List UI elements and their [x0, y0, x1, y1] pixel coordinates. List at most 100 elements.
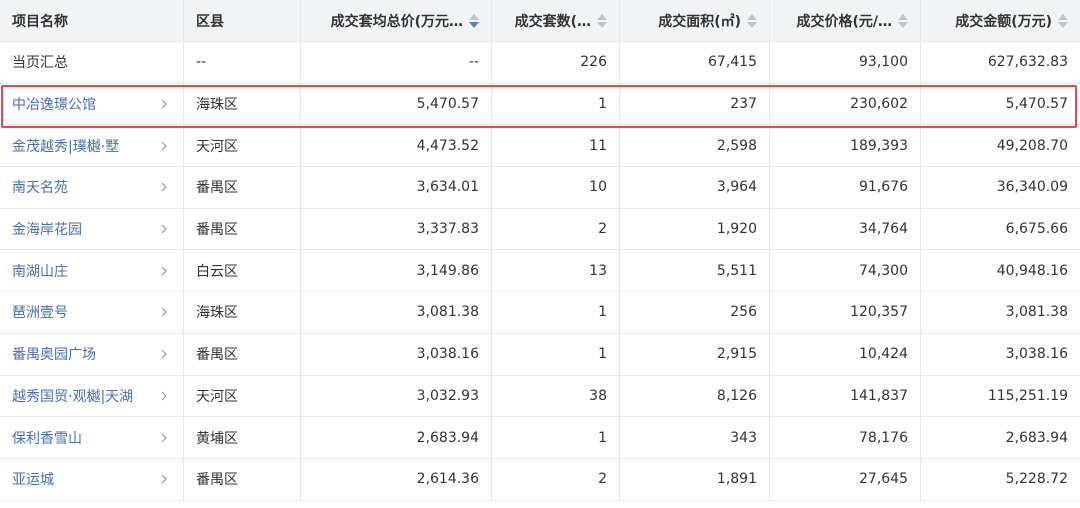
- summary-name: 当页汇总: [0, 42, 184, 83]
- units-cell: 13: [492, 250, 620, 292]
- area-cell: 5,511: [620, 250, 770, 292]
- district-cell: 番禺区: [184, 167, 301, 208]
- district-cell: 天河区: [184, 125, 301, 167]
- project-link[interactable]: 中冶逸璟公馆: [12, 94, 96, 114]
- project-link[interactable]: 亚运城: [12, 469, 54, 489]
- chevron-right-icon[interactable]: [157, 431, 171, 445]
- district-cell: 白云区: [184, 250, 301, 292]
- summary-avg-total: --: [301, 42, 492, 83]
- area-cell: 8,126: [620, 375, 770, 417]
- sort-caret-icon[interactable]: [1058, 13, 1068, 29]
- district-cell: 番禺区: [184, 458, 301, 500]
- table-row[interactable]: 亚运城 番禺区 2,614.36 2 1,891 27,645 5,228.72: [0, 458, 1080, 501]
- table-row[interactable]: 越秀国贸·观樾|天湖 天河区 3,032.93 38 8,126 141,837…: [0, 375, 1080, 418]
- project-link[interactable]: 金茂越秀|璞樾·墅: [12, 136, 119, 156]
- chevron-right-icon[interactable]: [157, 389, 171, 403]
- district-cell: 番禺区: [184, 208, 301, 250]
- project-link[interactable]: 保利香雪山: [12, 428, 82, 448]
- header-area[interactable]: 成交面积(㎡): [620, 0, 770, 41]
- units-cell: 1: [492, 292, 620, 333]
- chevron-right-icon[interactable]: [157, 264, 171, 278]
- area-cell: 256: [620, 292, 770, 333]
- header-price[interactable]: 成交价格(元/…: [770, 0, 921, 41]
- project-link[interactable]: 琶洲壹号: [12, 302, 68, 322]
- units-cell: 11: [492, 125, 620, 167]
- header-amount[interactable]: 成交金额(万元): [921, 0, 1080, 41]
- chevron-right-icon[interactable]: [157, 472, 171, 486]
- avg-total-cell: 3,032.93: [301, 375, 492, 417]
- units-cell: 10: [492, 167, 620, 208]
- chevron-right-icon[interactable]: [157, 97, 171, 111]
- amount-cell: 49,208.70: [996, 137, 1068, 154]
- amount-cell: 115,251.19: [987, 387, 1068, 404]
- project-name-cell[interactable]: 金茂越秀|璞樾·墅: [0, 125, 184, 167]
- area-cell: 2,915: [620, 333, 770, 375]
- project-link[interactable]: 南湖山庄: [12, 261, 68, 281]
- area-cell: 1,920: [620, 208, 770, 250]
- chevron-right-icon[interactable]: [157, 305, 171, 319]
- project-name-cell[interactable]: 中冶逸璟公馆: [0, 83, 184, 125]
- area-cell: 1,891: [620, 458, 770, 500]
- project-link[interactable]: 金海岸花园: [12, 219, 82, 239]
- project-name-cell[interactable]: 越秀国贸·观樾|天湖: [0, 375, 184, 417]
- table-row[interactable]: 金茂越秀|璞樾·墅 天河区 4,473.52 11 2,598 189,393 …: [0, 125, 1080, 168]
- avg-total-cell: 2,614.36: [301, 458, 492, 500]
- district-cell: 天河区: [184, 375, 301, 417]
- project-link[interactable]: 南天名苑: [12, 177, 68, 197]
- avg-total-cell: 3,337.83: [301, 208, 492, 250]
- price-cell: 230,602: [770, 83, 921, 125]
- table-row[interactable]: 番禺奥园广场 番禺区 3,038.16 1 2,915 10,424 3,038…: [0, 333, 1080, 376]
- units-cell: 1: [492, 417, 620, 458]
- district-cell: 黄埔区: [184, 417, 301, 458]
- project-name-cell[interactable]: 南湖山庄: [0, 250, 184, 292]
- price-cell: 10,424: [770, 333, 921, 375]
- district-cell: 番禺区: [184, 333, 301, 375]
- chevron-right-icon[interactable]: [157, 139, 171, 153]
- amount-cell: 3,038.16: [1005, 346, 1068, 363]
- price-cell: 27,645: [770, 458, 921, 500]
- avg-total-cell: 5,470.57: [301, 83, 492, 125]
- data-table: 项目名称 区县 成交套均总价(万元… 成交套数(… 成交面积(㎡) 成交价格(元…: [0, 0, 1080, 501]
- area-cell: 343: [620, 417, 770, 458]
- area-cell: 237: [620, 83, 770, 125]
- project-name-cell[interactable]: 番禺奥园广场: [0, 333, 184, 375]
- amount-cell: 2,683.94: [1005, 429, 1068, 446]
- header-units[interactable]: 成交套数(…: [492, 0, 620, 41]
- project-name-cell[interactable]: 保利香雪山: [0, 417, 184, 458]
- sort-caret-icon[interactable]: [747, 13, 757, 29]
- chevron-right-icon[interactable]: [157, 222, 171, 236]
- area-cell: 3,964: [620, 167, 770, 208]
- table-row[interactable]: 南湖山庄 白云区 3,149.86 13 5,511 74,300 40,948…: [0, 250, 1080, 293]
- amount-cell: 5,228.72: [1005, 471, 1068, 488]
- units-cell: 2: [492, 208, 620, 250]
- price-cell: 141,837: [770, 375, 921, 417]
- units-cell: 2: [492, 458, 620, 500]
- table-header: 项目名称 区县 成交套均总价(万元… 成交套数(… 成交面积(㎡) 成交价格(元…: [0, 0, 1080, 42]
- table-row[interactable]: 金海岸花园 番禺区 3,337.83 2 1,920 34,764 6,675.…: [0, 208, 1080, 251]
- project-name-cell[interactable]: 琶洲壹号: [0, 292, 184, 333]
- chevron-right-icon[interactable]: [157, 347, 171, 361]
- header-avg-total[interactable]: 成交套均总价(万元…: [301, 0, 492, 41]
- price-cell: 34,764: [770, 208, 921, 250]
- price-cell: 91,676: [770, 167, 921, 208]
- table-row[interactable]: 保利香雪山 黄埔区 2,683.94 1 343 78,176 2,683.94: [0, 417, 1080, 459]
- project-name-cell[interactable]: 亚运城: [0, 458, 184, 500]
- project-name-cell[interactable]: 南天名苑: [0, 167, 184, 208]
- table-row[interactable]: 中冶逸璟公馆 海珠区 5,470.57 1 237 230,602 5,470.…: [0, 83, 1080, 126]
- avg-total-cell: 3,149.86: [301, 250, 492, 292]
- project-link[interactable]: 越秀国贸·观樾|天湖: [12, 386, 133, 406]
- summary-row: 当页汇总 -- -- 226 67,415 93,100 627,632.83: [0, 42, 1080, 84]
- sort-caret-icon[interactable]: [469, 13, 479, 29]
- sort-caret-icon[interactable]: [597, 13, 607, 29]
- avg-total-cell: 3,081.38: [301, 292, 492, 333]
- project-name-cell[interactable]: 金海岸花园: [0, 208, 184, 250]
- sort-caret-icon[interactable]: [898, 13, 908, 29]
- table-row[interactable]: 南天名苑 番禺区 3,634.01 10 3,964 91,676 36,340…: [0, 167, 1080, 209]
- amount-cell: 40,948.16: [996, 262, 1068, 279]
- table-row[interactable]: 琶洲壹号 海珠区 3,081.38 1 256 120,357 3,081.38: [0, 292, 1080, 334]
- project-link[interactable]: 番禺奥园广场: [12, 344, 96, 364]
- amount-cell: 3,081.38: [1005, 304, 1068, 321]
- avg-total-cell: 2,683.94: [301, 417, 492, 458]
- header-name: 项目名称: [0, 0, 184, 41]
- chevron-right-icon[interactable]: [157, 180, 171, 194]
